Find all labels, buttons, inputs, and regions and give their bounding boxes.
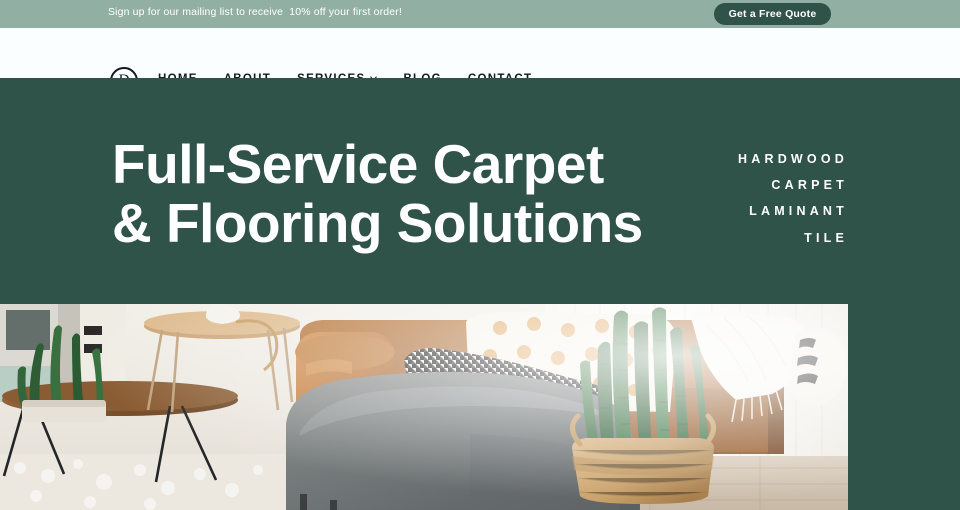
hero-service-laminant: LAMINANT [749, 204, 848, 219]
hero-service-carpet: CARPET [771, 178, 848, 193]
get-a-free-quote-button[interactable]: Get a Free Quote [714, 3, 831, 25]
hero-living-room-photo [0, 304, 848, 510]
hero-title: Full-Service Carpet & Flooring Solutions [112, 133, 643, 254]
announcement-bar: Sign up for our mailing list to receive … [0, 0, 960, 28]
page-root: Sign up for our mailing list to receive … [0, 0, 960, 510]
hero-service-tile: TILE [804, 230, 848, 245]
announcement-text: Sign up for our mailing list to receive … [108, 6, 402, 18]
main-navigation-bar: D HOME ABOUT SERVICES BLOG C [0, 28, 960, 95]
hero-services-list: HARDWOOD CARPET LAMINANT TILE [648, 146, 848, 251]
hero-section: Full-Service Carpet & Flooring Solutions… [0, 78, 960, 304]
hero-service-hardwood: HARDWOOD [738, 152, 848, 166]
